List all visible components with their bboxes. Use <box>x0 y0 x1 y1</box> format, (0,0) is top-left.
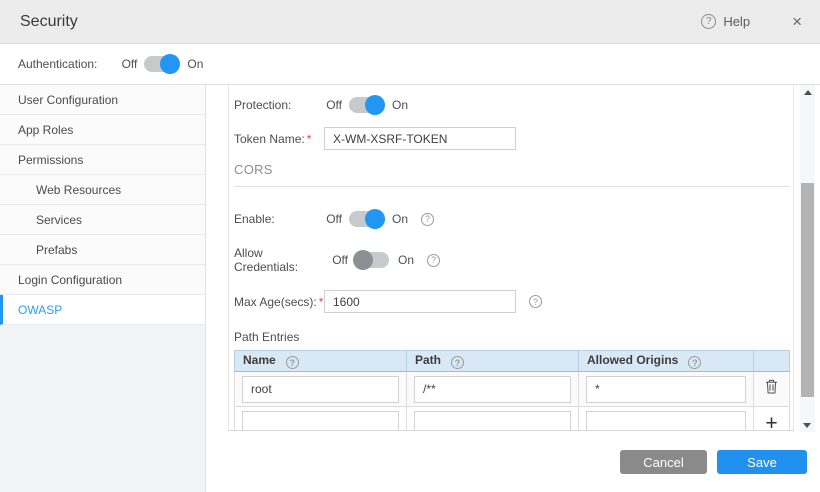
path-entry-path-input[interactable] <box>414 411 571 432</box>
allow-credentials-on-label: On <box>398 253 414 267</box>
cancel-button[interactable]: Cancel <box>620 450 707 474</box>
allowed-origins-help-icon: ? <box>688 356 701 369</box>
table-row: + <box>235 407 790 432</box>
allow-credentials-help-icon: ? <box>427 254 440 267</box>
delete-row-button[interactable] <box>754 372 790 407</box>
path-entry-name-input[interactable] <box>242 376 399 403</box>
vertical-scrollbar[interactable] <box>800 85 815 432</box>
cors-section-heading: CORS <box>234 162 793 177</box>
dialog-title: Security <box>20 13 78 31</box>
enable-off-label: Off <box>324 212 342 226</box>
max-age-help-icon: ? <box>529 295 542 308</box>
add-row-button[interactable]: + <box>754 407 790 432</box>
path-entry-name-input[interactable] <box>242 411 399 432</box>
settings-form: Protection: Off On Token Name:* CORS Ena… <box>228 85 794 431</box>
authentication-label: Authentication: <box>18 57 97 71</box>
path-help-icon: ? <box>451 356 464 369</box>
required-mark: * <box>319 295 324 309</box>
sidebar: User Configuration App Roles Permissions… <box>0 85 206 492</box>
token-name-input[interactable] <box>324 127 516 150</box>
sidebar-item-services[interactable]: Services <box>0 205 205 235</box>
toggle-knob <box>365 209 385 229</box>
path-entry-path-input[interactable] <box>414 376 571 403</box>
sidebar-item-app-roles[interactable]: App Roles <box>0 115 205 145</box>
enable-help-icon: ? <box>421 213 434 226</box>
max-age-row: Max Age(secs):* ? <box>234 290 793 313</box>
allow-credentials-label: Allow Credentials: <box>234 246 330 274</box>
authentication-on-label: On <box>187 57 203 71</box>
toggle-knob <box>160 54 180 74</box>
scrollbar-thumb[interactable] <box>801 183 814 397</box>
allow-credentials-row: Allow Credentials: Off On ? <box>234 246 793 274</box>
sidebar-item-login-configuration[interactable]: Login Configuration <box>0 265 205 295</box>
protection-label: Protection: <box>234 98 324 112</box>
toggle-knob <box>353 250 373 270</box>
plus-icon: + <box>765 412 777 431</box>
name-help-icon: ? <box>286 356 299 369</box>
protection-off-label: Off <box>324 98 342 112</box>
token-name-row: Token Name:* <box>234 127 793 150</box>
dialog-footer: Cancel Save <box>207 432 820 492</box>
authentication-toggle[interactable] <box>144 56 178 72</box>
cors-divider <box>234 186 790 187</box>
allow-credentials-off-label: Off <box>330 253 348 267</box>
column-header-actions <box>754 351 790 372</box>
sidebar-item-owasp[interactable]: OWASP <box>0 295 205 325</box>
sidebar-item-prefabs[interactable]: Prefabs <box>0 235 205 265</box>
protection-on-label: On <box>392 98 408 112</box>
protection-toggle[interactable] <box>349 97 383 113</box>
help-icon[interactable]: ? <box>701 14 716 29</box>
max-age-label: Max Age(secs):* <box>234 295 324 309</box>
token-name-label: Token Name:* <box>234 132 324 146</box>
column-header-name: Name? <box>235 351 407 372</box>
authentication-bar: Authentication: Off On <box>0 44 820 85</box>
path-entry-origins-input[interactable] <box>586 376 746 403</box>
enable-toggle[interactable] <box>349 211 383 227</box>
protection-row: Protection: Off On <box>234 97 793 113</box>
path-entry-origins-input[interactable] <box>586 411 746 432</box>
column-header-path: Path? <box>407 351 579 372</box>
help-link[interactable]: Help <box>723 14 750 29</box>
scroll-up-icon[interactable] <box>804 90 812 95</box>
authentication-off-label: Off <box>119 57 137 71</box>
enable-row: Enable: Off On ? <box>234 211 793 227</box>
max-age-input[interactable] <box>324 290 516 313</box>
sidebar-item-user-configuration[interactable]: User Configuration <box>0 85 205 115</box>
sidebar-item-web-resources[interactable]: Web Resources <box>0 175 205 205</box>
close-icon[interactable]: × <box>792 13 802 30</box>
save-button[interactable]: Save <box>717 450 807 474</box>
allow-credentials-toggle[interactable] <box>355 252 389 268</box>
required-mark: * <box>307 132 312 146</box>
trash-icon <box>765 379 778 394</box>
sidebar-item-permissions[interactable]: Permissions <box>0 145 205 175</box>
table-row <box>235 372 790 407</box>
scroll-down-icon[interactable] <box>803 423 811 428</box>
path-entries-table: Name? Path? Allowed Origins? <box>234 350 790 431</box>
path-entries-label: Path Entries <box>234 330 793 344</box>
toggle-knob <box>365 95 385 115</box>
owasp-settings-panel: Protection: Off On Token Name:* CORS Ena… <box>207 85 820 432</box>
enable-label: Enable: <box>234 212 324 226</box>
dialog-titlebar: Security ? Help × <box>0 0 820 44</box>
table-header-row: Name? Path? Allowed Origins? <box>235 351 790 372</box>
column-header-allowed-origins: Allowed Origins? <box>579 351 754 372</box>
enable-on-label: On <box>392 212 408 226</box>
